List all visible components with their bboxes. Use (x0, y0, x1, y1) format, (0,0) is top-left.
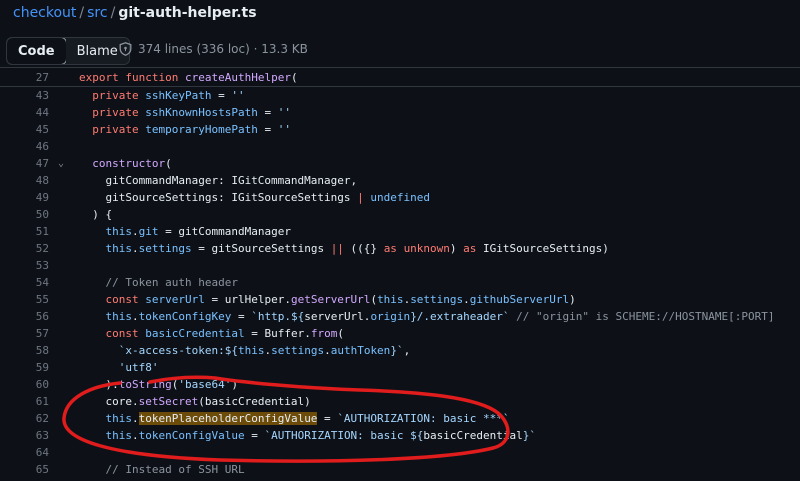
code-row: 46 (0, 138, 800, 155)
line-number[interactable]: 49 (0, 191, 49, 204)
breadcrumb-repo-link[interactable]: checkout (13, 5, 76, 21)
code-line: ).toString('base64') (79, 378, 238, 391)
breadcrumb-separator: / (110, 5, 116, 21)
breadcrumb-folder-link[interactable]: src (87, 5, 107, 21)
code-line: private sshKeyPath = '' (92, 89, 245, 102)
line-number[interactable]: 60 (0, 378, 49, 391)
code-row: 43 private sshKeyPath = '' (0, 87, 800, 104)
code-row: 56 this.tokenConfigKey = `http.${serverU… (0, 308, 800, 325)
code-row: 61 core.setSecret(basicCredential) (0, 393, 800, 410)
code-line: gitSourceSettings: IGitSourceSettings | … (79, 191, 431, 204)
line-number[interactable]: 48 (0, 174, 49, 187)
code-line: export function createAuthHelper( (79, 70, 298, 84)
code-row: 59 'utf8' (0, 359, 800, 376)
code-viewer[interactable]: 27 export function createAuthHelper( 43 … (0, 67, 800, 481)
line-number[interactable]: 52 (0, 242, 49, 255)
code-line: constructor( (92, 157, 172, 170)
line-number[interactable]: 51 (0, 225, 49, 238)
shield-icon (119, 42, 132, 56)
line-number[interactable]: 54 (0, 276, 49, 289)
code-row: 55 const serverUrl = urlHelper.getServer… (0, 291, 800, 308)
code-row: 54 // Token auth header (0, 274, 800, 291)
view-mode-toggle: Code Blame (6, 37, 130, 65)
line-number[interactable]: 55 (0, 293, 49, 306)
code-row: 47 ⌄ constructor( (0, 155, 800, 172)
code-line: this.tokenConfigValue = `AUTHORIZATION: … (105, 429, 537, 442)
sticky-scope-line[interactable]: 27 export function createAuthHelper( (0, 68, 800, 87)
line-number[interactable]: 65 (0, 463, 49, 476)
code-row: 63 this.tokenConfigValue = `AUTHORIZATIO… (0, 427, 800, 444)
code-line: `x-access-token:${this.settings.authToke… (118, 344, 411, 357)
code-row: 48 gitCommandManager: IGitCommandManager… (0, 172, 800, 189)
code-line: this.settings = gitSourceSettings || (({… (105, 242, 609, 255)
line-number[interactable]: 27 (0, 71, 49, 84)
code-row: 52 this.settings = gitSourceSettings || … (0, 240, 800, 257)
code-row: 51 this.git = gitCommandManager (0, 223, 800, 240)
line-number[interactable]: 58 (0, 344, 49, 357)
code-line: this.tokenPlaceholderConfigValue = `AUTH… (105, 412, 510, 425)
code-line: // Instead of SSH URL (105, 463, 245, 476)
code-line: gitCommandManager: IGitCommandManager, (79, 174, 358, 187)
chevron-down-icon[interactable]: ⌄ (49, 158, 73, 169)
code-line: 'utf8' (118, 361, 159, 374)
code-row: 64 (0, 444, 800, 461)
code-line: ) { (79, 208, 113, 221)
file-info-text: 374 lines (336 loc) · 13.3 KB (138, 42, 308, 56)
line-number[interactable]: 43 (0, 89, 49, 102)
file-toolbar: Code Blame 374 lines (336 loc) · 13.3 KB (0, 33, 800, 67)
code-row: 57 const basicCredential = Buffer.from( (0, 325, 800, 342)
code-line: core.setSecret(basicCredential) (79, 395, 311, 408)
code-row: 65 // Instead of SSH URL (0, 461, 800, 478)
line-number[interactable]: 64 (0, 446, 49, 459)
line-number[interactable]: 62 (0, 412, 49, 425)
code-row: 53 (0, 257, 800, 274)
code-row: 58 `x-access-token:${this.settings.authT… (0, 342, 800, 359)
code-tab[interactable]: Code (6, 38, 67, 64)
line-number[interactable]: 50 (0, 208, 49, 221)
line-number[interactable]: 45 (0, 123, 49, 136)
breadcrumb-separator: / (79, 5, 85, 21)
line-number[interactable]: 61 (0, 395, 49, 408)
code-line: const basicCredential = Buffer.from( (105, 327, 344, 340)
code-line: this.tokenConfigKey = `http.${serverUrl.… (105, 310, 775, 323)
line-number[interactable]: 46 (0, 140, 49, 153)
code-line: private sshKnownHostsPath = '' (92, 106, 291, 119)
line-number[interactable]: 53 (0, 259, 49, 272)
code-line: private temporaryHomePath = '' (92, 123, 291, 136)
code-row: 49 gitSourceSettings: IGitSourceSettings… (0, 189, 800, 206)
code-line: // Token auth header (105, 276, 238, 289)
line-number[interactable]: 63 (0, 429, 49, 442)
line-number[interactable]: 44 (0, 106, 49, 119)
code-row: 50 ) { (0, 206, 800, 223)
breadcrumb-file-name: git-auth-helper.ts (118, 5, 257, 21)
line-number[interactable]: 47 (0, 157, 49, 170)
code-line: const serverUrl = urlHelper.getServerUrl… (105, 293, 576, 306)
code-row: 45 private temporaryHomePath = '' (0, 121, 800, 138)
code-line: this.git = gitCommandManager (105, 225, 291, 238)
search-highlight: tokenPlaceholderConfigValue (138, 412, 318, 425)
code-row: 62 this.tokenPlaceholderConfigValue = `A… (0, 410, 800, 427)
breadcrumb: checkout / src / git-auth-helper.ts (13, 5, 257, 21)
code-row: 44 private sshKnownHostsPath = '' (0, 104, 800, 121)
code-row: 60 ).toString('base64') (0, 376, 800, 393)
file-info: 374 lines (336 loc) · 13.3 KB (119, 42, 308, 56)
line-number[interactable]: 59 (0, 361, 49, 374)
line-number[interactable]: 56 (0, 310, 49, 323)
line-number[interactable]: 57 (0, 327, 49, 340)
